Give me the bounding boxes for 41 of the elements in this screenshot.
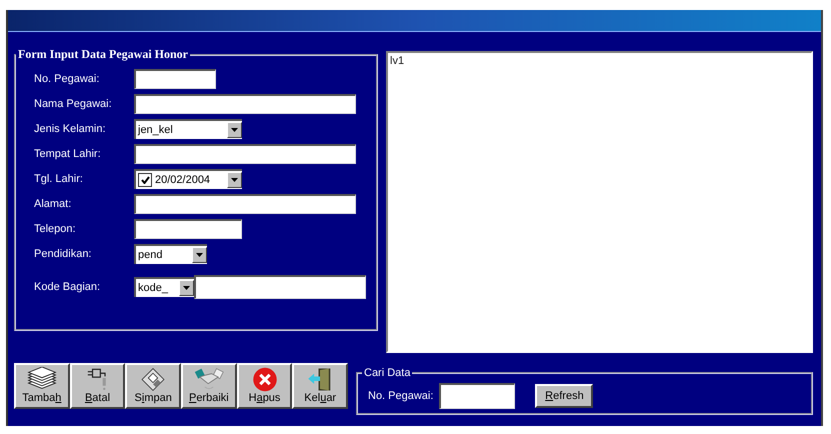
combo-box[interactable]: kode_	[134, 277, 194, 297]
field-label: No. Pegawai:	[368, 390, 434, 402]
field-label: No. Pegawai:	[34, 73, 100, 85]
panel-title: Cari Data	[363, 367, 412, 379]
toolbar-button[interactable]: Keluar	[292, 363, 348, 409]
text-field[interactable]	[134, 69, 216, 89]
field-label: Tgl. Lahir:	[34, 173, 84, 185]
caret-icon	[231, 178, 238, 182]
caret-icon	[231, 128, 238, 132]
dropdown-button[interactable]	[192, 247, 207, 263]
toolbar-button[interactable]: Perbaiki	[181, 363, 237, 409]
field-label: Telepon:	[34, 223, 77, 235]
text-field[interactable]	[134, 194, 356, 214]
paper-stack-icon	[24, 367, 59, 392]
text-field[interactable]	[134, 94, 356, 114]
toolbar-button[interactable]: Hapus	[236, 363, 292, 409]
toolbar-button[interactable]: Tambah	[14, 363, 70, 409]
caret-icon	[196, 253, 203, 257]
field-label: Tempat Lahir:	[34, 148, 102, 160]
panel-title: Form Input Data Pegawai Honor	[17, 47, 189, 62]
field-label: Nama Pegawai:	[34, 98, 113, 110]
search-field[interactable]	[439, 383, 516, 409]
dropdown-button[interactable]	[179, 280, 194, 296]
toolbar-button[interactable]: Batal	[70, 363, 126, 409]
date-picker[interactable]: 20/02/2004	[134, 169, 242, 189]
field-label: Pendidikan:	[34, 248, 92, 260]
field-label: Kode Bagian:	[34, 281, 102, 293]
combo-box[interactable]: pend	[134, 244, 207, 264]
dropdown-button[interactable]	[227, 172, 242, 188]
refresh-button[interactable]: Refresh	[535, 384, 594, 408]
toolbar-button[interactable]: Simpan	[125, 363, 182, 409]
text-field[interactable]	[194, 275, 366, 299]
field-label: Alamat:	[34, 198, 72, 210]
caret-icon	[183, 286, 190, 290]
field-label: Jenis Kelamin:	[34, 123, 107, 135]
text-field[interactable]	[134, 219, 242, 239]
dropdown-button[interactable]	[227, 122, 242, 138]
checkbox[interactable]	[138, 173, 152, 187]
text-field[interactable]	[134, 144, 356, 164]
combo-box[interactable]: jen_kel	[134, 119, 242, 139]
list-view[interactable]: lv1	[386, 51, 813, 353]
